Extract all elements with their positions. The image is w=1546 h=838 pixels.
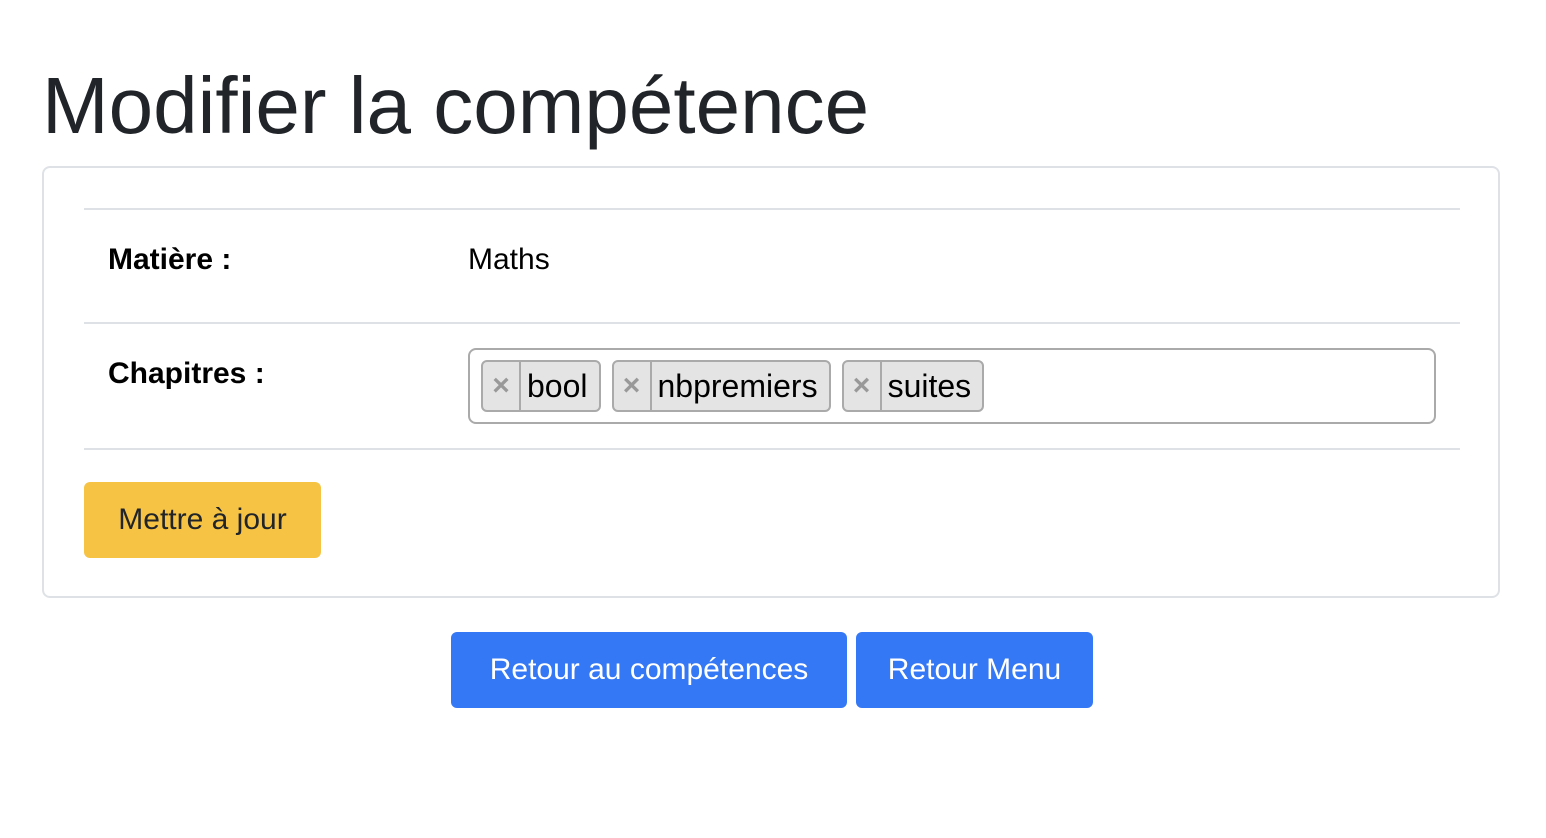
subject-value: Maths — [468, 243, 550, 276]
remove-tag-icon[interactable]: × — [483, 362, 521, 410]
update-button[interactable]: Mettre à jour — [84, 482, 321, 558]
chapter-tag-label: bool — [527, 367, 588, 404]
chapters-label: Chapitres : — [108, 357, 265, 390]
subject-label: Matière : — [108, 243, 232, 276]
remove-tag-icon[interactable]: × — [844, 362, 882, 410]
chapters-multiselect[interactable]: × bool × nbpremiers × suites — [468, 348, 1436, 424]
remove-tag-icon[interactable]: × — [614, 362, 652, 410]
back-to-competences-button[interactable]: Retour au compétences — [451, 632, 847, 708]
divider — [84, 208, 1460, 210]
divider — [84, 448, 1460, 450]
divider — [84, 322, 1460, 324]
chapter-tag: × suites — [841, 360, 985, 412]
back-to-menu-button[interactable]: Retour Menu — [856, 632, 1093, 708]
chapter-tag-label: nbpremiers — [657, 367, 818, 404]
chapter-tag: × nbpremiers — [611, 360, 831, 412]
chapter-tag: × bool — [481, 360, 601, 412]
page-title: Modifier la compétence — [42, 61, 870, 150]
chapter-tag-label: suites — [887, 367, 972, 404]
